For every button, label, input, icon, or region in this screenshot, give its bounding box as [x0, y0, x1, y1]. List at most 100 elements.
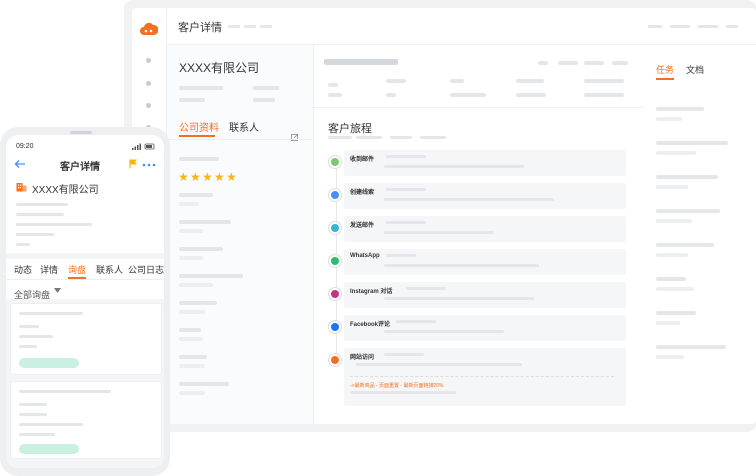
task-placeholder [656, 185, 688, 189]
summary-placeholder [558, 61, 578, 65]
info-placeholder [253, 98, 275, 102]
summary-placeholder [328, 93, 342, 97]
inquiry-filter-dropdown[interactable]: 全部询盘 [14, 285, 74, 300]
summary-placeholder [450, 93, 486, 97]
tab-documents[interactable]: 文档 [686, 63, 704, 76]
summary-placeholder [516, 79, 544, 83]
more-icon[interactable] [142, 163, 156, 167]
journey-event-lead-created[interactable]: 创建线索 [328, 183, 626, 209]
caret-down-icon [54, 288, 61, 293]
company-profile-panel: XXXX有限公司 公司资料 联系人 ★ ★ ★ ★ ★ [167, 45, 313, 424]
field-placeholder [179, 382, 229, 386]
star-icon: ★ [214, 170, 225, 184]
topbar-action-placeholder[interactable] [648, 25, 662, 28]
tab-company-log[interactable]: 公司日志 [128, 263, 164, 276]
back-arrow-icon[interactable] [14, 159, 26, 169]
journey-event-website-visit[interactable]: 网站访问 ->最新商品 - 页面重置 - 最新页面链接20% [328, 348, 626, 406]
field-placeholder [179, 391, 205, 395]
info-placeholder [16, 233, 54, 236]
task-placeholder [656, 287, 694, 291]
card-placeholder [19, 312, 83, 315]
card-placeholder [19, 325, 39, 328]
inquiry-card[interactable] [10, 303, 162, 375]
event-meta-placeholder [386, 221, 426, 224]
journey-sub-placeholder [356, 136, 382, 139]
task-placeholder [656, 345, 726, 349]
inquiry-card[interactable] [10, 381, 162, 459]
nav-dot-3[interactable] [146, 103, 151, 108]
info-placeholder [253, 86, 279, 90]
summary-placeholder [324, 59, 398, 65]
event-desc-placeholder [384, 231, 494, 234]
event-meta-placeholder [386, 254, 416, 257]
section-gap [6, 253, 164, 259]
tab-contacts[interactable]: 联系人 [96, 263, 123, 276]
task-placeholder [656, 107, 704, 111]
event-label: 发送邮件 [350, 223, 375, 229]
flag-icon[interactable] [129, 159, 138, 169]
field-placeholder [179, 283, 213, 287]
topbar-action-placeholder[interactable] [698, 25, 718, 28]
active-tab-underline [656, 78, 674, 80]
summary-placeholder [584, 79, 624, 83]
event-meta-placeholder [396, 320, 436, 323]
status-time: 09:20 [16, 143, 34, 150]
summary-placeholder [612, 61, 628, 65]
journey-event-whatsapp[interactable]: WhatsApp [328, 249, 626, 275]
field-placeholder [179, 310, 205, 314]
journey-event-email-sent[interactable]: 发送邮件 [328, 216, 626, 242]
tab-activity[interactable]: 动态 [14, 263, 32, 276]
event-label: 收到邮件 [350, 157, 375, 163]
journey-event-facebook[interactable]: Facebook评论 [328, 315, 626, 341]
field-placeholder [179, 247, 223, 251]
instagram-icon [328, 287, 342, 301]
event-desc-placeholder [384, 198, 554, 201]
event-desc-placeholder [384, 297, 534, 300]
summary-placeholder [584, 93, 624, 97]
event-desc-placeholder [384, 264, 539, 267]
event-meta-placeholder [384, 353, 424, 356]
nav-dot-1[interactable] [146, 58, 151, 63]
tab-details[interactable]: 详情 [40, 263, 58, 276]
journey-event-instagram[interactable]: Instagram 对话 [328, 282, 626, 308]
summary-placeholder [584, 61, 604, 65]
tab-inquiries[interactable]: 询盘 [68, 263, 86, 276]
tab-company-info[interactable]: 公司资料 [179, 119, 219, 134]
field-placeholder [179, 355, 207, 359]
active-tab-underline [179, 135, 215, 137]
field-placeholder [179, 301, 217, 305]
event-label: Instagram 对话 [350, 289, 393, 295]
topbar-action-placeholder[interactable] [670, 25, 690, 28]
tab-contacts[interactable]: 联系人 [229, 119, 259, 134]
phone-speaker [70, 131, 92, 134]
topbar-action-placeholder[interactable] [726, 25, 738, 28]
event-desc-placeholder [384, 330, 504, 333]
journey-sub-placeholder [328, 136, 352, 139]
title-placeholder [260, 25, 272, 28]
mail-in-icon [328, 155, 342, 169]
mobile-company-name: XXXX有限公司 [32, 185, 99, 196]
journey-title: 客户旅程 [328, 123, 372, 135]
journey-event-email-received[interactable]: 收到邮件 [328, 150, 626, 176]
top-bar: 客户详情 [166, 8, 756, 45]
facebook-icon [328, 320, 342, 334]
event-label: 网站访问 [350, 355, 375, 361]
task-placeholder [656, 253, 688, 257]
task-placeholder [656, 311, 696, 315]
task-placeholder [656, 277, 686, 281]
tab-tasks[interactable]: 任务 [656, 63, 674, 76]
info-placeholder [16, 213, 64, 216]
card-placeholder [19, 433, 55, 436]
summary-placeholder [538, 61, 548, 65]
info-placeholder [16, 203, 68, 206]
task-placeholder [656, 151, 696, 155]
nav-dot-2[interactable] [146, 81, 151, 86]
journey-sub-placeholder [390, 136, 412, 139]
building-icon [16, 183, 27, 192]
card-placeholder [19, 390, 111, 393]
info-placeholder [16, 243, 30, 246]
mobile-tab-bar: 动态 详情 询盘 联系人 公司日志 [6, 263, 164, 279]
summary-placeholder [328, 83, 338, 87]
field-placeholder [179, 256, 203, 260]
event-desc-placeholder [384, 165, 524, 168]
